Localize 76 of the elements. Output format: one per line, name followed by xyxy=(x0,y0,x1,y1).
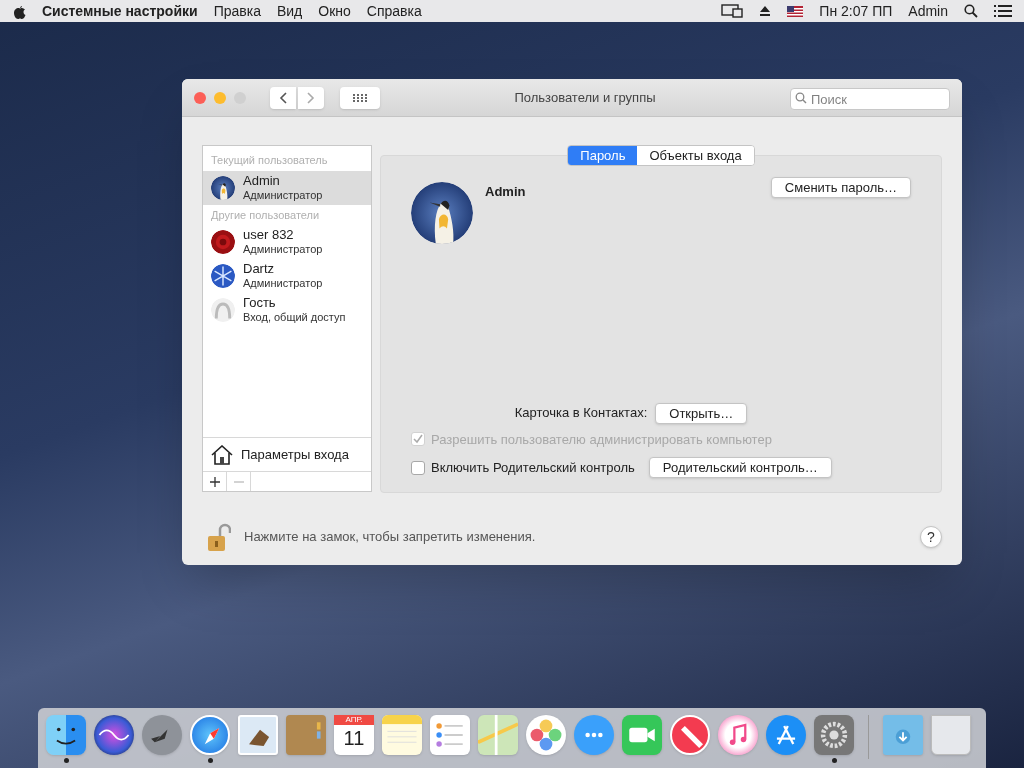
snowflake-avatar xyxy=(211,264,235,288)
checkbox-label: Включить Родительский контроль xyxy=(431,458,635,477)
user-list-item[interactable]: Гость Вход, общий доступ xyxy=(203,293,371,327)
house-icon xyxy=(211,444,233,465)
music-note-icon[interactable] xyxy=(718,715,758,755)
apple-logo-icon xyxy=(12,3,26,19)
menu-item[interactable]: Вид xyxy=(276,0,303,22)
checkbox-label: Разрешить пользователю администрировать компьютер xyxy=(431,430,772,449)
checkbox[interactable] xyxy=(411,460,425,475)
notepad-icon[interactable] xyxy=(382,715,422,755)
show-all-button[interactable] xyxy=(340,86,380,109)
window-title: Пользователи и группы xyxy=(514,88,656,107)
person-silhouette-icon xyxy=(211,298,235,322)
lock-hint: Нажмите на замок, чтобы запретить изменения. xyxy=(244,528,536,547)
user-role: Администратор xyxy=(243,276,323,290)
contacts-card-label: Карточка в Контактах: xyxy=(514,404,648,423)
clock[interactable]: Пн 2:07 ПП xyxy=(819,0,893,22)
login-options-label: Параметры входа xyxy=(241,445,349,464)
orb-icon[interactable] xyxy=(94,715,134,755)
minimize-button[interactable] xyxy=(214,91,226,104)
checklist-icon[interactable] xyxy=(430,715,470,755)
search-icon xyxy=(795,91,807,104)
user-list-item[interactable]: Dartz Администратор xyxy=(203,259,371,293)
trash-can-icon[interactable] xyxy=(931,715,971,755)
user-list-item[interactable]: user 832 Администратор xyxy=(203,225,371,259)
eject-icon xyxy=(759,5,772,17)
section-heading: Другие пользователи xyxy=(210,207,321,223)
display-icon xyxy=(721,4,744,18)
letter-a-icon[interactable] xyxy=(766,715,806,755)
app-menu[interactable]: Системные настройки xyxy=(42,0,198,22)
close-button[interactable] xyxy=(194,91,206,104)
padlock-icon xyxy=(207,522,231,552)
rose-avatar xyxy=(211,230,235,254)
gear-icon[interactable] xyxy=(814,715,854,755)
chevron-left-icon xyxy=(279,91,287,104)
folder-icon[interactable] xyxy=(883,715,923,755)
address-book-icon[interactable] xyxy=(286,715,326,755)
speech-bubble-icon[interactable] xyxy=(574,715,614,755)
menu-item[interactable]: Окно xyxy=(318,0,351,22)
compass-icon[interactable] xyxy=(190,715,230,755)
tab[interactable]: Пароль xyxy=(568,146,638,165)
menu-item[interactable]: Правка xyxy=(213,0,261,22)
chevron-right-icon xyxy=(307,91,315,104)
user-name: Admin xyxy=(243,173,281,188)
plus-icon xyxy=(208,475,221,488)
section-heading: Текущий пользователь xyxy=(210,153,329,168)
list-icon xyxy=(994,4,1012,18)
calendar-month: АПР. xyxy=(334,715,374,725)
help-button[interactable]: ? xyxy=(920,526,942,548)
penguin-avatar xyxy=(411,182,473,244)
penguin-avatar xyxy=(211,175,235,200)
user-name: user 832 xyxy=(243,228,295,242)
user-menu[interactable]: Admin xyxy=(908,0,948,22)
login-options-item[interactable]: Параметры входа xyxy=(203,437,371,471)
grid-icon xyxy=(352,92,368,103)
map-icon[interactable] xyxy=(478,715,518,755)
user-name: Гость xyxy=(243,296,277,310)
calendar-day: 11 xyxy=(343,725,365,751)
user-role: Администратор xyxy=(243,242,323,256)
menu-item[interactable]: Справка xyxy=(366,0,422,22)
user-list-item[interactable]: Admin Администратор xyxy=(203,170,371,205)
parental-controls-button[interactable]: Родительский контроль… xyxy=(648,457,832,478)
search-icon xyxy=(964,4,978,18)
flag-icon xyxy=(787,5,804,17)
account-name: Admin xyxy=(485,183,526,201)
user-role: Вход, общий доступ xyxy=(243,310,346,324)
user-name: Dartz xyxy=(243,262,276,276)
video-camera-icon[interactable] xyxy=(622,715,662,755)
smiling-face-icon[interactable] xyxy=(46,715,86,755)
search-field[interactable]: Поиск xyxy=(790,88,950,110)
change-password-button[interactable]: Сменить пароль… xyxy=(770,177,911,198)
open-button[interactable]: Открыть… xyxy=(655,402,748,424)
back-button[interactable] xyxy=(270,86,296,109)
flower-icon[interactable] xyxy=(526,715,566,755)
user-role: Администратор xyxy=(243,187,323,202)
forward-button[interactable] xyxy=(298,86,324,109)
